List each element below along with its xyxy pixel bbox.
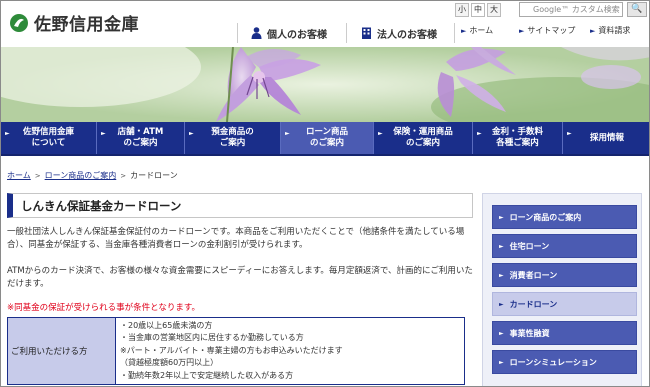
nav-label: ご案内: [219, 138, 246, 148]
sidebar-item-consumer-loan[interactable]: ► 消費者ローン: [492, 263, 637, 287]
font-medium-button[interactable]: 中: [471, 3, 485, 17]
table-line: ※パート・アルバイト・専業主婦の方もお申込みいただけます: [120, 345, 343, 355]
request-link[interactable]: ► 資料請求: [590, 25, 630, 36]
corporate-customers-link[interactable]: 法人のお客様: [361, 22, 437, 44]
arrow-right-icon: ►: [461, 26, 467, 35]
nav-branches-atm[interactable]: ► 店舗・ATM のご案内: [97, 122, 185, 154]
sidebar-item-label: 事業性融資: [509, 328, 550, 338]
header: 佐野信用金庫 小 中 大 Google™ カスタム検索 🔍 個人のお客様 法人の…: [1, 1, 649, 47]
person-icon: [251, 27, 262, 39]
nav-label: 店舗・ATM: [117, 127, 164, 137]
condition-note: ※同基金の保証が受けられる事が条件となります。: [7, 303, 201, 313]
font-size-switcher: 小 中 大: [455, 3, 501, 17]
page: 佐野信用金庫 小 中 大 Google™ カスタム検索 🔍 個人のお客様 法人の…: [0, 0, 650, 387]
arrow-right-icon: ►: [378, 130, 383, 137]
arrow-right-icon: ►: [499, 358, 504, 366]
arrow-right-icon: ►: [519, 26, 525, 35]
sidebar-item-label: 消費者ローン: [509, 270, 558, 280]
table-line: ・勤続年数2年以上で安定継続した収入がある方: [120, 370, 294, 380]
nav-recruit[interactable]: ► 採用情報: [563, 122, 649, 154]
sidebar-item-loan-simulation[interactable]: ► ローンシミュレーション: [492, 350, 637, 374]
font-small-button[interactable]: 小: [455, 3, 469, 17]
chevron-right-icon: >: [34, 171, 41, 180]
corporate-label: 法人のお客様: [377, 29, 437, 41]
nav-label: のご案内: [309, 138, 344, 148]
personal-customers-link[interactable]: 個人のお客様: [251, 22, 327, 44]
nav-label: ローン商品: [305, 127, 349, 137]
home-link[interactable]: ► ホーム: [461, 25, 493, 36]
nav-deposits[interactable]: ► 預金商品の ご案内: [185, 122, 281, 154]
search-input[interactable]: Google™ カスタム検索: [519, 2, 623, 17]
logo-icon: [9, 13, 29, 33]
arrow-right-icon: ►: [499, 242, 504, 250]
nav-loans[interactable]: ► ローン商品 のご案内: [281, 122, 374, 154]
divider: [454, 23, 455, 43]
table-header: ご利用いただける方: [8, 318, 116, 385]
sidebar: ► ローン商品のご案内 ► 住宅ローン ► 消費者ローン ► カードローン ► …: [482, 193, 642, 386]
nav-label: 各種ご案内: [496, 138, 539, 148]
hero-flower-illustration: [1, 47, 649, 122]
page-title: しんきん保証基金カードローン: [7, 193, 473, 218]
divider: [237, 23, 238, 43]
breadcrumb-loans[interactable]: ローン商品のご案内: [45, 170, 117, 181]
logo[interactable]: 佐野信用金庫: [9, 10, 139, 35]
request-label: 資料請求: [598, 26, 631, 35]
nav-label: について: [31, 138, 66, 148]
search-button[interactable]: 🔍: [627, 2, 647, 17]
sitemap-label: サイトマップ: [527, 26, 576, 35]
arrow-right-icon: ►: [477, 130, 482, 137]
sidebar-item-label: ローン商品のご案内: [509, 212, 582, 222]
sidebar-item-label: ローンシミュレーション: [509, 357, 597, 367]
font-large-button[interactable]: 大: [487, 3, 501, 17]
sitemap-link[interactable]: ► サイトマップ: [519, 25, 575, 36]
hero-image: [1, 47, 649, 122]
logo-text: 佐野信用金庫: [34, 15, 139, 35]
breadcrumb-home[interactable]: ホーム: [7, 170, 31, 181]
nav-label: 預金商品の: [211, 127, 254, 137]
personal-label: 個人のお客様: [267, 29, 327, 41]
arrow-right-icon: ►: [101, 130, 106, 137]
building-icon: [361, 27, 372, 39]
arrow-right-icon: ►: [189, 130, 194, 137]
table-cell: ・20歳以上65歳未満の方 ・当金庫の営業地区内に居住するか勤務している方 ※パ…: [116, 318, 464, 384]
description-text: ATMからのカード決済で、お客様の様々な資金需要にスピーディーにお答えします。毎…: [7, 266, 473, 289]
sidebar-item-business-loan[interactable]: ► 事業性融資: [492, 321, 637, 345]
description-text: 一般社団法人しんきん保証基金保証付のカードローンです。本商品をご利用いただくこと…: [7, 227, 465, 250]
arrow-right-icon: ►: [5, 130, 10, 137]
arrow-right-icon: ►: [499, 213, 504, 221]
chevron-right-icon: >: [120, 171, 127, 180]
nav-label: 採用情報: [589, 132, 624, 143]
table-line: ・当金庫の営業地区内に居住するか勤務している方: [120, 333, 304, 343]
nav-label: 金利・手数料: [491, 127, 543, 137]
nav-rates-fees[interactable]: ► 金利・手数料 各種ご案内: [473, 122, 563, 154]
sidebar-item-loan-guide[interactable]: ► ローン商品のご案内: [492, 205, 637, 229]
sidebar-item-card-loan[interactable]: ► カードローン: [492, 292, 637, 316]
table-line: （貸越極度額60万円以上）: [120, 358, 219, 368]
search-icon: 🔍: [631, 4, 643, 14]
nav-insurance[interactable]: ► 保険・運用商品 のご案内: [374, 122, 473, 154]
arrow-right-icon: ►: [567, 130, 572, 137]
arrow-right-icon: ►: [590, 26, 596, 35]
global-nav: ► 佐野信用金庫 について ► 店舗・ATM のご案内 ► 預金商品の ご案内 …: [1, 122, 649, 156]
nav-label: 佐野信用金庫: [22, 127, 74, 137]
nav-label: のご案内: [405, 138, 440, 148]
home-label: ホーム: [469, 26, 494, 35]
table-line: ・20歳以上65歳未満の方: [120, 321, 213, 330]
sidebar-item-label: カードローン: [509, 299, 558, 309]
sidebar-item-label: 住宅ローン: [509, 241, 550, 251]
eligibility-table: ご利用いただける方 ・20歳以上65歳未満の方 ・当金庫の営業地区内に居住するか…: [7, 317, 465, 386]
main-content: しんきん保証基金カードローン 一般社団法人しんきん保証基金保証付のカードローンで…: [7, 193, 473, 386]
nav-label: 保険・運用商品: [393, 127, 453, 137]
divider: [346, 23, 347, 43]
arrow-right-icon: ►: [285, 130, 290, 137]
nav-about[interactable]: ► 佐野信用金庫 について: [1, 122, 97, 154]
nav-label: のご案内: [123, 138, 158, 148]
breadcrumb-current: カードローン: [130, 171, 178, 180]
arrow-right-icon: ►: [499, 271, 504, 279]
arrow-right-icon: ►: [499, 329, 504, 337]
sidebar-item-housing-loan[interactable]: ► 住宅ローン: [492, 234, 637, 258]
breadcrumb: ホーム > ローン商品のご案内 > カードローン: [7, 170, 178, 181]
arrow-right-icon: ►: [499, 300, 504, 308]
